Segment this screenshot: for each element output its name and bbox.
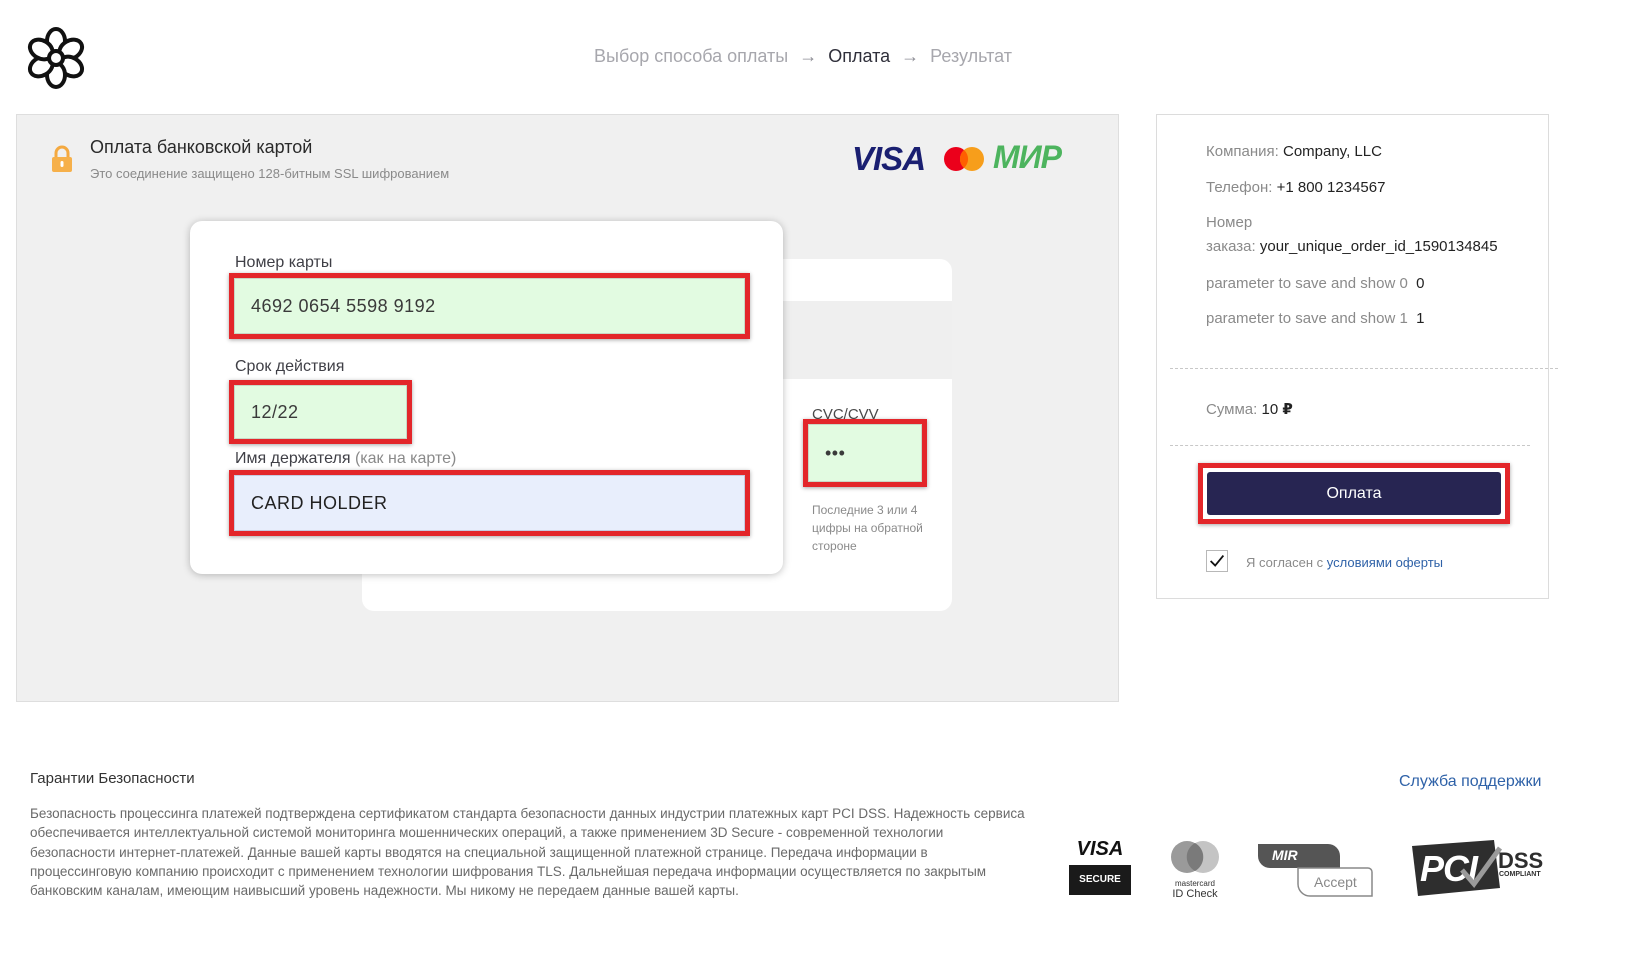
mir-badge-text: MIR [1272, 847, 1298, 863]
mir-accept-badge: MIR Accept [1256, 840, 1376, 900]
param0-key: parameter to save and show 0 [1206, 275, 1408, 292]
holder-name-input[interactable]: CARD HOLDER [234, 475, 745, 531]
order-key: заказа: [1206, 238, 1256, 255]
holder-highlight: CARD HOLDER [229, 470, 750, 536]
company-value: Company, LLC [1282, 143, 1382, 160]
security-title: Гарантии Безопасности [30, 770, 195, 787]
param0-row: parameter to save and show 0 0 [1206, 275, 1424, 292]
sum-value: 10 [1261, 401, 1279, 418]
offer-terms-link[interactable]: условиями оферты [1327, 555, 1443, 570]
step-arrow-icon: → [799, 46, 818, 66]
card-number-highlight: 4692 0654 5598 9192 [229, 273, 750, 339]
mc-brand-text: mastercard [1174, 879, 1215, 888]
checkout-steps: Выбор способа оплаты → Оплата → Результат [594, 46, 1012, 67]
sum-key: Сумма: [1206, 401, 1258, 418]
phone-key: Телефон: [1206, 179, 1273, 196]
step-result: Результат [930, 46, 1013, 66]
agree-label: Я согласен с [1246, 555, 1324, 570]
holder-label-text: Имя держателя [235, 450, 351, 467]
cvc-hint: Последние 3 или 4 цифры на обратной стор… [812, 503, 923, 553]
pay-button-highlight: Оплата [1198, 463, 1510, 524]
ruble-icon: ₽ [1282, 401, 1293, 418]
company-row: Компания: Company, LLC [1206, 143, 1382, 160]
mastercard-id-check-badge: mastercard ID Check [1163, 840, 1227, 900]
param0-value: 0 [1416, 275, 1425, 292]
pci-dss-badge: PCI DSS COMPLIANT [1408, 838, 1550, 898]
divider [1170, 368, 1558, 369]
pay-button[interactable]: Оплата [1207, 472, 1501, 515]
visa-secure-top: VISA [1076, 838, 1124, 860]
accept-badge-text: Accept [1314, 874, 1357, 890]
order-key-text: Номер [1206, 214, 1253, 231]
mastercard-logo-icon [944, 147, 984, 171]
card-number-input[interactable]: 4692 0654 5598 9192 [234, 278, 745, 334]
cvc-input[interactable]: ••• [808, 424, 922, 482]
agree-text: Я согласен с условиями оферты [1246, 555, 1443, 570]
support-link[interactable]: Служба поддержки [1399, 773, 1541, 791]
flower-logo-icon[interactable] [24, 26, 88, 90]
visa-secure-badge: VISA SECURE [1069, 838, 1131, 898]
divider [1170, 445, 1530, 446]
checkmark-icon [1460, 846, 1503, 889]
panel-title: Оплата банковской картой [90, 137, 313, 157]
holder-label: Имя держателя (как на карте) [235, 450, 456, 468]
compliant-text: COMPLIANT [1499, 871, 1541, 878]
ssl-notice: Это соединение защищено 128-битным SSL ш… [90, 166, 450, 181]
checkmark-icon [1209, 554, 1225, 567]
mir-logo: МИР [993, 139, 1062, 175]
order-key-line1: Номер [1206, 214, 1252, 231]
expiry-highlight: 12/22 [229, 380, 412, 444]
step-choose-method: Выбор способа оплаты [594, 46, 789, 66]
mastercard-circles-icon [1171, 841, 1219, 873]
phone-row: Телефон: +1 800 1234567 [1206, 179, 1385, 196]
company-key: Компания: [1206, 143, 1279, 160]
security-text: Безопасность процессинга платежей подтве… [30, 806, 1025, 899]
expiry-label: Срок действия [235, 358, 345, 375]
cvc-highlight: ••• [803, 419, 927, 487]
param1-row: parameter to save and show 1 1 [1206, 310, 1424, 327]
step-arrow-icon: → [901, 46, 920, 66]
param1-value: 1 [1416, 310, 1425, 327]
visa-secure-bottom: SECURE [1069, 865, 1131, 895]
card-number-label: Номер карты [235, 254, 333, 271]
sum-row: Сумма: 10 ₽ [1206, 400, 1293, 418]
holder-label-hint: (как на карте) [354, 450, 457, 467]
order-value: your_unique_order_id_1590134845 [1259, 238, 1498, 255]
mc-id-check-text: ID Check [1172, 888, 1218, 900]
phone-value: +1 800 1234567 [1276, 179, 1386, 196]
agree-checkbox[interactable] [1206, 550, 1228, 572]
lock-icon [52, 145, 72, 172]
order-row: заказа: your_unique_order_id_1590134845 [1206, 238, 1498, 255]
visa-logo: VISA [852, 140, 926, 177]
step-payment: Оплата [828, 46, 891, 66]
expiry-input[interactable]: 12/22 [234, 385, 407, 439]
param1-key: parameter to save and show 1 [1206, 310, 1408, 327]
